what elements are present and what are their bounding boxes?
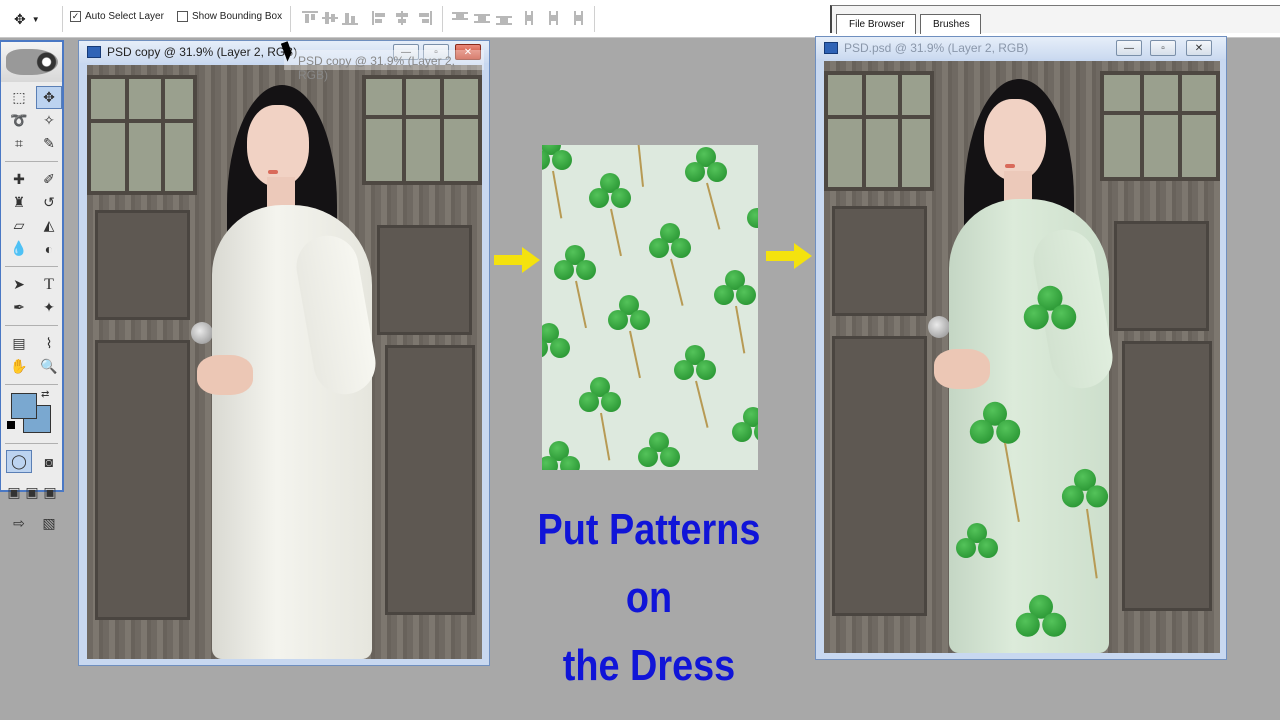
- photo-woman-white-dress: [87, 65, 482, 659]
- show-bounding-box-checkbox[interactable]: Show Bounding Box: [177, 11, 282, 22]
- default-colors-icon[interactable]: [7, 421, 15, 429]
- divider: [5, 266, 58, 267]
- hand-tool-icon[interactable]: ✋: [6, 355, 32, 378]
- checkbox-unchecked-icon: [177, 11, 188, 22]
- swap-colors-icon[interactable]: ⇄: [41, 389, 49, 400]
- marquee-tool-icon[interactable]: ⬚: [6, 86, 32, 109]
- custom-shape-tool-icon[interactable]: ✦: [36, 296, 62, 319]
- tab-brushes[interactable]: Brushes: [920, 14, 981, 34]
- caption-text: Put Patterns on the Dress: [517, 496, 780, 700]
- align-left-icon[interactable]: [372, 11, 388, 25]
- notes-tool-icon[interactable]: ▤: [6, 332, 32, 355]
- close-button[interactable]: ✕: [1186, 40, 1212, 56]
- move-tool-icon: ✥: [14, 10, 26, 27]
- divider: [5, 161, 58, 162]
- document-icon: [87, 46, 101, 58]
- checkbox-checked-icon: ✓: [70, 11, 81, 22]
- align-vertical-center-icon[interactable]: [322, 11, 338, 25]
- arrow-right-icon: [766, 243, 814, 269]
- eyedropper-tool-icon[interactable]: ⌇: [36, 332, 62, 355]
- photoshop-eye-logo-icon: [5, 49, 58, 75]
- jump-to-imageready-icon[interactable]: ⇨: [6, 512, 32, 535]
- align-horizontal-center-icon[interactable]: [394, 11, 410, 25]
- divider: [442, 6, 443, 32]
- divider: [5, 325, 58, 326]
- align-top-icon[interactable]: [302, 11, 318, 25]
- foreground-color-swatch[interactable]: [11, 393, 37, 419]
- maximize-button[interactable]: ▫: [1150, 40, 1176, 56]
- tab-file-browser[interactable]: File Browser: [836, 14, 916, 34]
- distribute-top-icon[interactable]: [452, 11, 468, 25]
- dodge-tool-icon[interactable]: ◐: [36, 237, 62, 260]
- document-titlebar[interactable]: PSD.psd @ 31.9% (Layer 2, RGB) — ▫ ✕: [816, 37, 1226, 59]
- distribute-bottom-icon[interactable]: [496, 11, 512, 25]
- caption-line-2: the Dress: [562, 641, 736, 690]
- magic-wand-tool-icon[interactable]: ✧: [36, 109, 62, 132]
- drag-ghost-title: PSD copy @ 31.9% (Layer 2, RGB): [284, 50, 484, 82]
- move-tool-preset[interactable]: ✥ ▼: [14, 8, 56, 30]
- brush-tool-icon[interactable]: ✐: [36, 168, 62, 191]
- crop-tool-icon[interactable]: ⌗: [6, 132, 32, 155]
- divider: [5, 384, 58, 385]
- caption-line-1: Put Patterns on: [537, 505, 761, 622]
- document-title: PSD copy @ 31.9% (Layer 2, RGB): [107, 45, 298, 59]
- full-screen-mode-icon[interactable]: ▣: [42, 481, 58, 504]
- photo-woman-clover-dress: [824, 61, 1220, 653]
- color-swatches: ⇄: [1, 387, 62, 441]
- divider: [5, 443, 58, 444]
- distribute-left-icon[interactable]: [524, 11, 540, 25]
- toolbox-header[interactable]: [1, 42, 62, 82]
- document-icon: [824, 42, 838, 54]
- healing-brush-tool-icon[interactable]: ✚: [6, 168, 32, 191]
- full-screen-menu-mode-icon[interactable]: ▣: [24, 481, 40, 504]
- arrow-right-icon: [494, 247, 542, 273]
- path-selection-tool-icon[interactable]: ➤: [6, 273, 32, 296]
- divider: [62, 6, 63, 32]
- pen-tool-icon[interactable]: ✒: [6, 296, 32, 319]
- divider: [594, 6, 595, 32]
- distribute-vertical-center-icon[interactable]: [474, 11, 490, 25]
- lasso-tool-icon[interactable]: ➰: [6, 109, 32, 132]
- document-canvas[interactable]: [824, 61, 1220, 653]
- distribute-horizontal-center-icon[interactable]: [546, 11, 562, 25]
- move-tool-icon[interactable]: ✥: [36, 86, 62, 109]
- type-tool-icon[interactable]: T: [36, 273, 62, 296]
- imageready-icon[interactable]: ▧: [36, 512, 62, 535]
- standard-mode-icon[interactable]: ◯: [6, 450, 32, 473]
- distribute-right-icon[interactable]: [568, 11, 584, 25]
- history-brush-tool-icon[interactable]: ↺: [36, 191, 62, 214]
- options-bar: ✥ ▼ ✓ Auto Select Layer Show Bounding Bo…: [0, 0, 1280, 38]
- paint-bucket-tool-icon[interactable]: ◭: [36, 214, 62, 237]
- chevron-down-icon: ▼: [31, 14, 40, 24]
- align-right-icon[interactable]: [416, 11, 432, 25]
- eraser-tool-icon[interactable]: ▱: [6, 214, 32, 237]
- quick-mask-mode-icon[interactable]: ◙: [36, 450, 62, 473]
- auto-select-layer-checkbox[interactable]: ✓ Auto Select Layer: [70, 11, 164, 22]
- document-title: PSD.psd @ 31.9% (Layer 2, RGB): [844, 41, 1029, 55]
- clone-stamp-tool-icon[interactable]: ♜: [6, 191, 32, 214]
- palette-well: File Browser Brushes: [830, 5, 1280, 34]
- document-canvas[interactable]: [87, 65, 482, 659]
- slice-tool-icon[interactable]: ✎: [36, 132, 62, 155]
- minimize-button[interactable]: —: [1116, 40, 1142, 56]
- standard-screen-mode-icon[interactable]: ▣: [6, 481, 22, 504]
- clover-pattern-image: [542, 145, 758, 470]
- zoom-tool-icon[interactable]: 🔍: [36, 355, 62, 378]
- align-bottom-icon[interactable]: [342, 11, 358, 25]
- blur-tool-icon[interactable]: 💧: [6, 237, 32, 260]
- document-window-right[interactable]: PSD.psd @ 31.9% (Layer 2, RGB) — ▫ ✕: [815, 36, 1227, 660]
- toolbox: ⬚ ✥ ➰ ✧ ⌗ ✎ ✚ ✐ ♜ ↺ ▱ ◭ 💧 ◐ ➤ T ✒ ✦ ▤ ⌇ …: [0, 40, 64, 531]
- document-window-left[interactable]: PSD copy @ 31.9% (Layer 2, RGB) — ▫ ✕: [78, 40, 490, 666]
- divider: [290, 6, 291, 32]
